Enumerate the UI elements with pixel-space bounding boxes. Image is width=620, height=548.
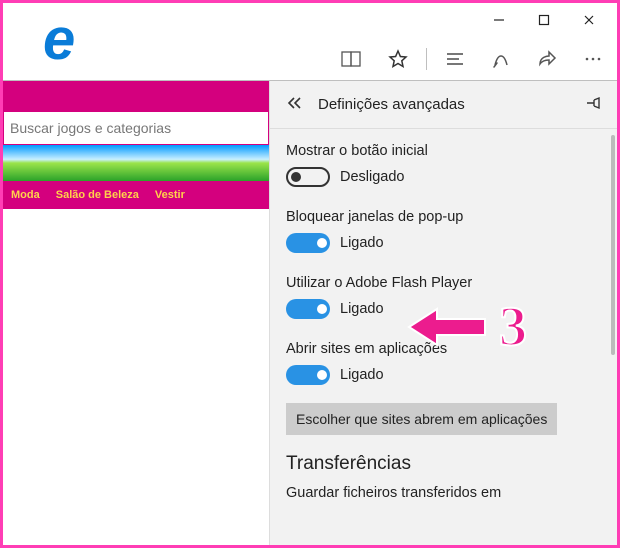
advanced-settings-panel: Definições avançadas Mostrar o botão ini… xyxy=(269,81,617,545)
setting-open-in-apps: Abrir sites em aplicações Ligado xyxy=(286,341,601,385)
edge-logo: e xyxy=(43,11,75,69)
back-icon[interactable] xyxy=(286,96,304,114)
scrollbar-thumb[interactable] xyxy=(611,135,615,355)
transfers-heading: Transferências xyxy=(286,453,601,475)
nav-item-vestir[interactable]: Vestir xyxy=(155,189,185,201)
webpage-banner xyxy=(3,81,269,111)
webpage-content: Buscar jogos e categorias Moda Salão de … xyxy=(3,81,269,545)
nav-item-salao[interactable]: Salão de Beleza xyxy=(56,189,139,201)
toolbar-separator xyxy=(426,48,427,70)
setting-label: Utilizar o Adobe Flash Player xyxy=(286,275,601,291)
content-area: Buscar jogos e categorias Moda Salão de … xyxy=(3,81,617,545)
setting-label: Mostrar o botão inicial xyxy=(286,143,601,159)
reading-list-icon[interactable] xyxy=(338,45,366,73)
webpage-hero-image xyxy=(3,145,269,181)
toggle-state-text: Desligado xyxy=(340,169,405,185)
pin-icon[interactable] xyxy=(585,95,601,115)
webpage-nav: Moda Salão de Beleza Vestir xyxy=(3,181,269,209)
window-titlebar xyxy=(3,3,617,37)
panel-title: Definições avançadas xyxy=(318,96,465,113)
toggle-block-popups[interactable] xyxy=(286,233,330,253)
toggle-flash-player[interactable] xyxy=(286,299,330,319)
panel-body: Mostrar o botão inicial Desligado Bloque… xyxy=(270,129,617,545)
setting-label: Bloquear janelas de pop-up xyxy=(286,209,601,225)
toggle-state-text: Ligado xyxy=(340,367,384,383)
toggle-home-button[interactable] xyxy=(286,167,330,187)
nav-item-moda[interactable]: Moda xyxy=(11,189,40,201)
setting-flash-player: Utilizar o Adobe Flash Player Ligado xyxy=(286,275,601,319)
webpage-search-input[interactable]: Buscar jogos e categorias xyxy=(3,111,269,145)
share-icon[interactable] xyxy=(533,45,561,73)
more-button[interactable] xyxy=(579,45,607,73)
window-maximize-button[interactable] xyxy=(521,6,566,34)
browser-window: e Buscar jogos e categorias Mod xyxy=(0,0,620,548)
toggle-open-in-apps[interactable] xyxy=(286,365,330,385)
favorite-star-icon[interactable] xyxy=(384,45,412,73)
window-close-button[interactable] xyxy=(566,6,611,34)
downloads-location-label: Guardar ficheiros transferidos em xyxy=(286,485,601,501)
panel-header: Definições avançadas xyxy=(270,81,617,129)
setting-label: Abrir sites em aplicações xyxy=(286,341,601,357)
hub-icon[interactable] xyxy=(441,45,469,73)
setting-block-popups: Bloquear janelas de pop-up Ligado xyxy=(286,209,601,253)
setting-home-button: Mostrar o botão inicial Desligado xyxy=(286,143,601,187)
browser-toolbar xyxy=(3,37,617,81)
toggle-state-text: Ligado xyxy=(340,235,384,251)
choose-sites-button[interactable]: Escolher que sites abrem em aplicações xyxy=(286,403,557,435)
window-minimize-button[interactable] xyxy=(476,6,521,34)
add-notes-icon[interactable] xyxy=(487,45,515,73)
toggle-state-text: Ligado xyxy=(340,301,384,317)
